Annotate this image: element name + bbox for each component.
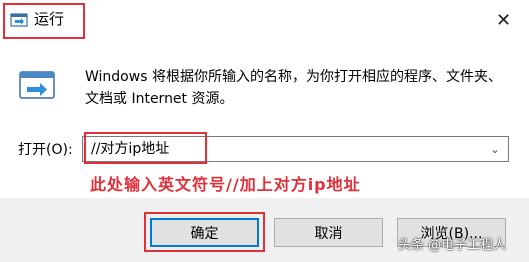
- ok-button[interactable]: 确定: [150, 218, 259, 247]
- title-bar: 运行 ✕: [0, 0, 529, 44]
- close-button[interactable]: ✕: [478, 0, 529, 40]
- chevron-down-icon[interactable]: ⌄: [486, 139, 504, 159]
- cancel-button[interactable]: 取消: [274, 218, 383, 247]
- open-input-value[interactable]: //对方ip地址: [91, 140, 169, 158]
- run-icon: [10, 13, 28, 27]
- open-combobox[interactable]: //对方ip地址 ⌄: [82, 136, 509, 162]
- open-label: 打开(O):: [18, 142, 73, 158]
- close-icon: ✕: [495, 9, 512, 31]
- watermark: 头条 @电子工程人: [398, 238, 507, 253]
- annotation-text: 此处输入英文符号//加上对方ip地址: [90, 175, 361, 194]
- dialog-content: Windows 将根据你所输入的名称，为你打开相应的程序、文件夹、文档或 Int…: [0, 44, 529, 198]
- dialog-description: Windows 将根据你所输入的名称，为你打开相应的程序、文件夹、文档或 Int…: [85, 69, 502, 107]
- run-dialog-icon: [19, 71, 55, 99]
- button-bar: 确定 取消 浏览(B)... 头条 @电子工程人: [0, 198, 529, 262]
- window-title: 运行: [34, 10, 65, 28]
